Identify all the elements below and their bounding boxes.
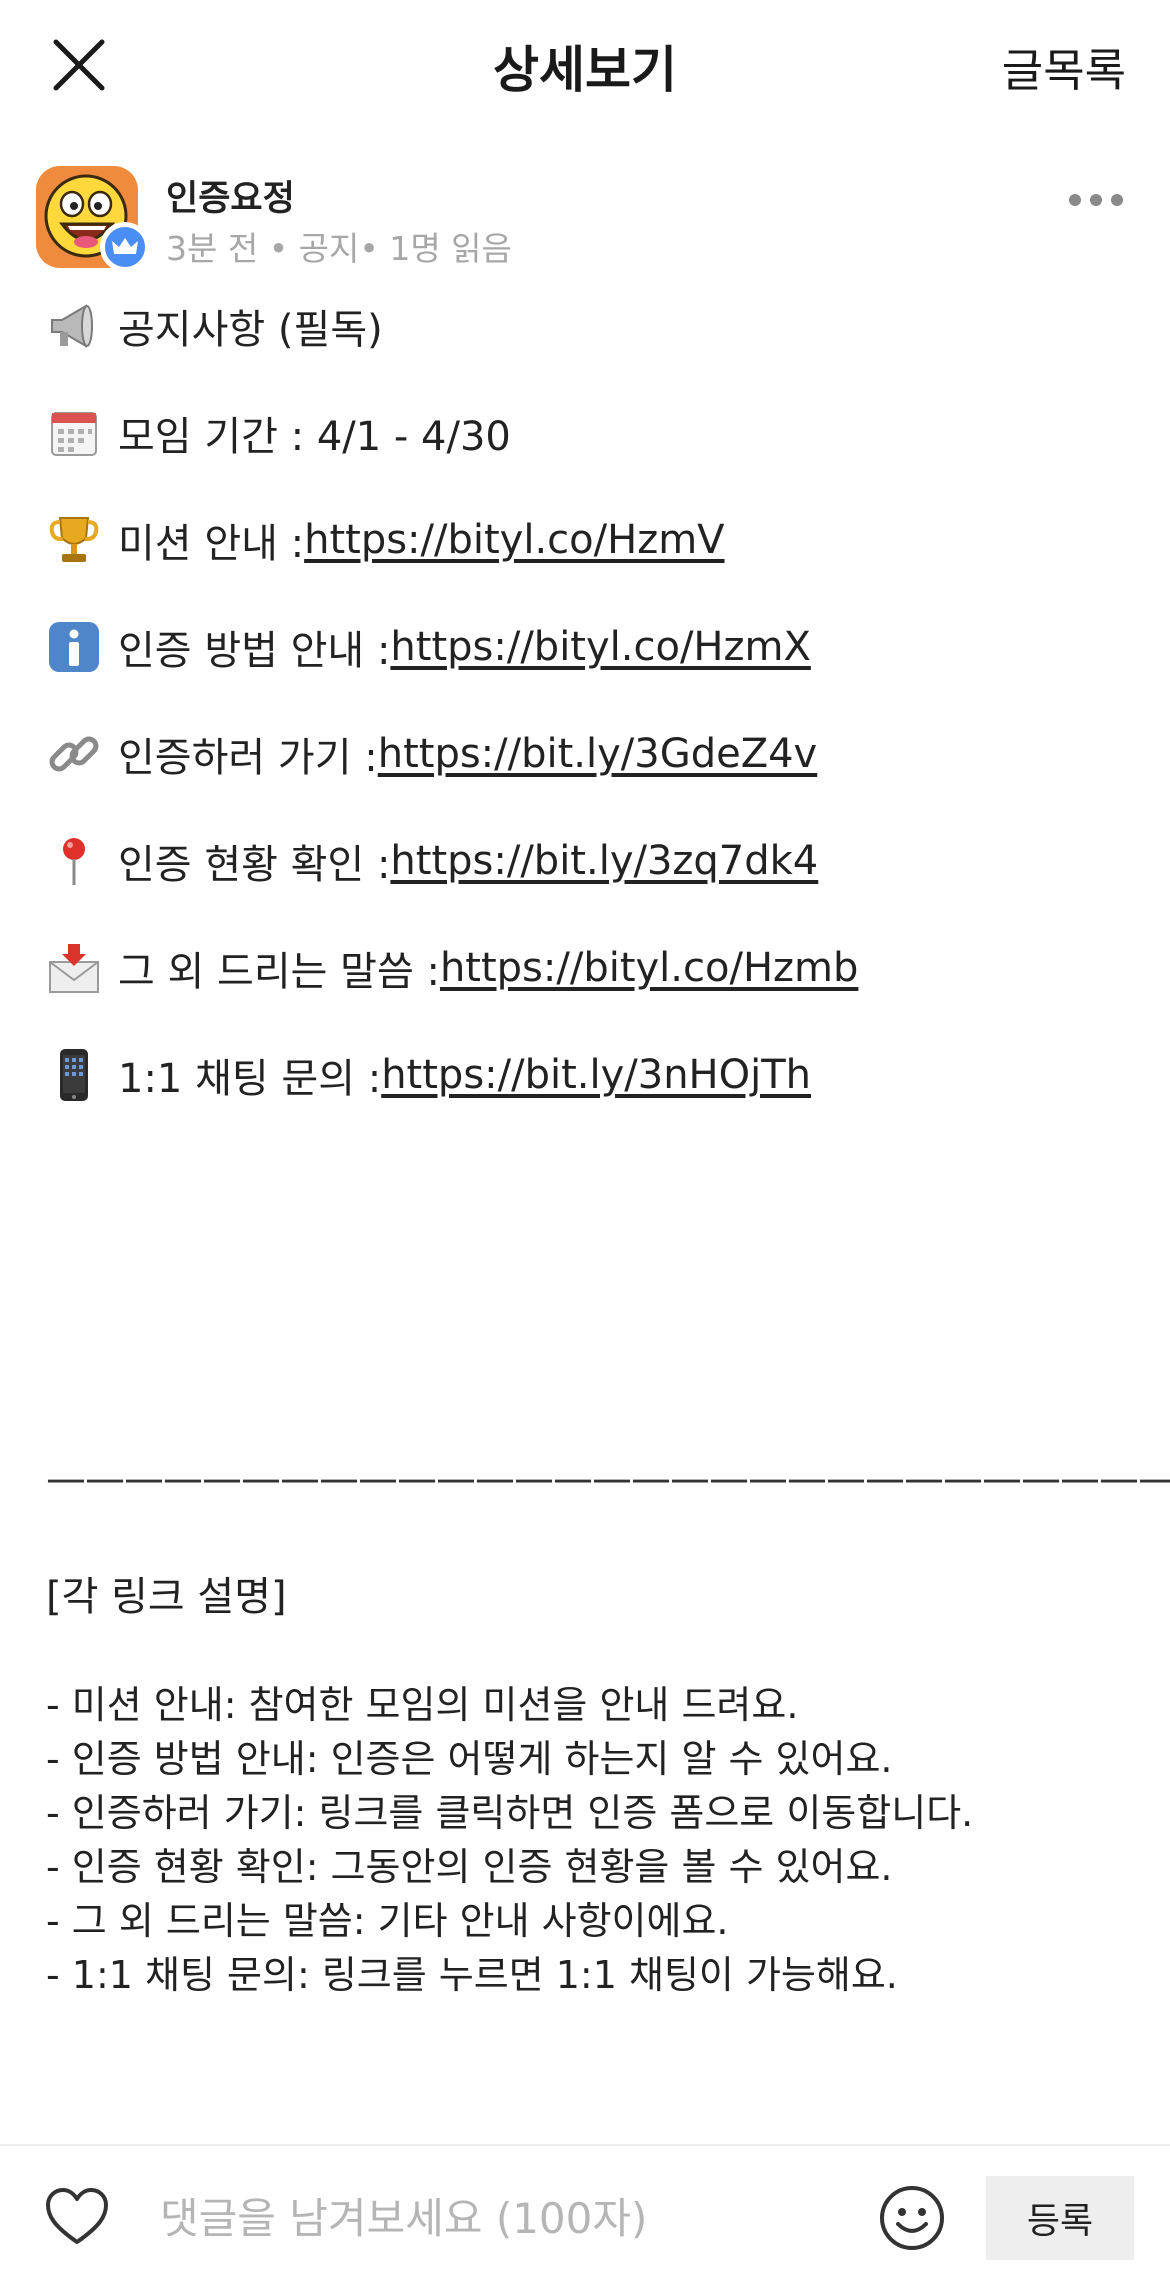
- chat-inquiry-line: 1:1 채팅 문의 : https://bit.ly/3nHOjTh: [46, 1045, 811, 1105]
- avatar[interactable]: [36, 166, 150, 272]
- description-item: - 인증하러 가기: 링크를 클릭하면 인증 폼으로 이동합니다.: [46, 1791, 974, 1835]
- top-navigation-bar: 상세보기 글목록: [0, 0, 1170, 130]
- notice-heading-line: 공지사항 (필독): [46, 296, 383, 356]
- envelope-icon: [49, 944, 99, 993]
- item-text: 인증 현황 확인 :: [118, 842, 391, 888]
- link-icon: [49, 736, 99, 772]
- calendar-icon: [51, 412, 97, 456]
- crown-icon: [112, 238, 138, 254]
- chat-inquiry-link[interactable]: https://bit.ly/3nHOjTh: [381, 1052, 811, 1098]
- description-item: - 1:1 채팅 문의: 링크를 누르면 1:1 채팅이 가능해요.: [46, 1953, 898, 1997]
- submit-comment-button[interactable]: 등록: [986, 2176, 1134, 2260]
- go-auth-link[interactable]: https://bit.ly/3GdeZ4v: [378, 731, 818, 777]
- phone-icon: [60, 1049, 88, 1101]
- pin-icon: [63, 838, 85, 885]
- megaphone-icon: [51, 304, 93, 348]
- other-notes-line: 그 외 드리는 말씀 : https://bityl.co/Hzmb: [46, 938, 858, 998]
- item-text: 인증하러 가기 :: [118, 735, 378, 781]
- trophy-icon: [49, 517, 99, 562]
- section-title: [각 링크 설명]: [46, 1574, 287, 1620]
- mission-line: 미션 안내 : https://bityl.co/HzmV: [46, 510, 725, 570]
- post-author-row: 인증요정 3분 전 • 공지• 1명 읽음: [36, 166, 1136, 276]
- more-options-button[interactable]: [1066, 188, 1126, 212]
- author-name: 인증요정: [166, 179, 295, 219]
- item-text: 그 외 드리는 말씀 :: [118, 949, 440, 995]
- comment-bar: 등록: [0, 2144, 1170, 2289]
- page-title: 상세보기: [493, 41, 677, 99]
- comment-input[interactable]: [160, 2178, 840, 2258]
- auth-method-line: 인증 방법 안내 : https://bityl.co/HzmX: [46, 617, 811, 677]
- post-meta: 3분 전 • 공지• 1명 읽음: [166, 229, 512, 268]
- description-item: - 그 외 드리는 말씀: 기타 안내 사항이에요.: [46, 1899, 729, 1943]
- auth-status-link[interactable]: https://bit.ly/3zq7dk4: [390, 838, 818, 884]
- item-text: 인증 방법 안내 :: [118, 628, 391, 674]
- item-text: 1:1 채팅 문의 :: [118, 1056, 382, 1102]
- description-item: - 미션 안내: 참여한 모임의 미션을 안내 드려요.: [46, 1683, 799, 1727]
- other-notes-link[interactable]: https://bityl.co/Hzmb: [440, 945, 858, 991]
- auth-method-link[interactable]: https://bityl.co/HzmX: [390, 624, 810, 670]
- go-auth-line: 인증하러 가기 : https://bit.ly/3GdeZ4v: [46, 724, 817, 784]
- divider-line: ——————————————————————————————: [46, 1456, 1170, 1502]
- mission-link[interactable]: https://bityl.co/HzmV: [304, 517, 724, 563]
- emoji-picker-button[interactable]: [878, 2184, 946, 2252]
- like-button[interactable]: [44, 2186, 110, 2248]
- description-item: - 인증 방법 안내: 인증은 어떻게 하는지 알 수 있어요.: [46, 1737, 893, 1781]
- info-icon: [49, 622, 99, 672]
- period-line: 모임 기간 : 4/1 - 4/30: [46, 403, 511, 463]
- description-item: - 인증 현황 확인: 그동안의 인증 현황을 볼 수 있어요.: [46, 1845, 893, 1889]
- smiley-icon: [880, 2186, 944, 2250]
- item-text: 미션 안내 :: [118, 521, 305, 567]
- item-text: 공지사항 (필독): [118, 307, 383, 353]
- host-crown-badge: [100, 222, 150, 272]
- post-list-button[interactable]: 글목록: [1002, 34, 1126, 99]
- heart-icon: [46, 2188, 108, 2244]
- auth-status-line: 인증 현황 확인 : https://bit.ly/3zq7dk4: [46, 831, 818, 891]
- item-text: 모임 기간 : 4/1 - 4/30: [118, 414, 511, 460]
- more-dots-icon: [1069, 194, 1123, 206]
